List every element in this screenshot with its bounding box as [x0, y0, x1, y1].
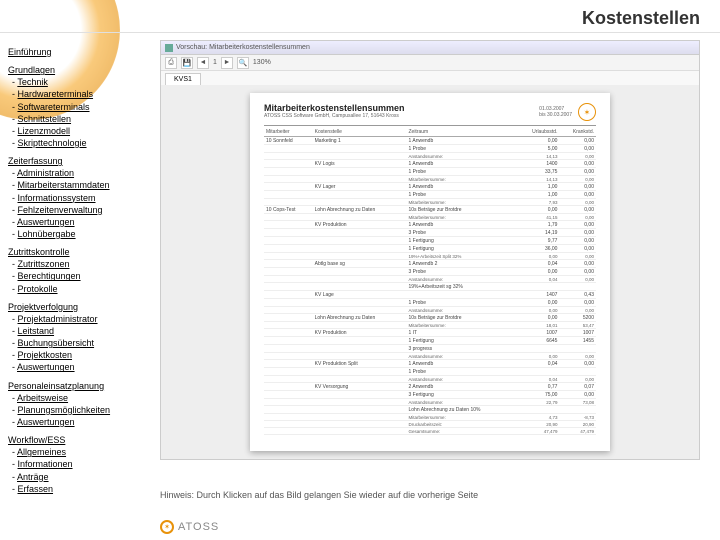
table-row: Mitarbeitersumme:4,73-8,73 [264, 414, 596, 421]
app-icon [165, 44, 173, 52]
table-row: Anstandssumme:14,130,00 [264, 153, 596, 160]
table-row: Mitarbeitersumme:41,150,00 [264, 214, 596, 221]
zoom-level: 130% [253, 59, 271, 66]
table-row: 19%+Arbeitszeit Split 32%0,000,00 [264, 253, 596, 260]
table-row: 3 Probe0,000,00 [264, 268, 596, 276]
table-row: 1 Fertigung9,770,00 [264, 237, 596, 245]
table-row: Druckarbeitszeit:20,9020,90 [264, 421, 596, 428]
table-row: KV Produktion Split1 Anwendb0,040,00 [264, 360, 596, 368]
nav-item[interactable]: Informationssystem [18, 193, 96, 203]
nav-item[interactable]: Skripttechnologie [18, 138, 87, 148]
report-page: Mitarbeiterkostenstellensummen ATOSS CSS… [250, 93, 610, 451]
page-viewport: Mitarbeiterkostenstellensummen ATOSS CSS… [161, 85, 699, 459]
nav-section-head[interactable]: Workflow/ESS [8, 434, 153, 446]
table-row: KV Logis1 Anwendb14000,00 [264, 160, 596, 168]
table-row: 19%+Arbeitszeit sg 32% [264, 283, 596, 291]
report-subtitle: ATOSS CSS Software GmbH, Campusallee 17,… [264, 113, 405, 119]
nav-item[interactable]: Technik [17, 77, 48, 87]
nav-item[interactable]: Lizenzmodell [18, 126, 71, 136]
company-logo-icon: ✶ [578, 103, 596, 121]
tab[interactable]: KVS1 [165, 73, 201, 85]
table-row: Mitarbeitersumme:7,930,00 [264, 199, 596, 206]
nav-item[interactable]: Anträge [17, 472, 49, 482]
table-row: KV Lager1 Anwendb1,000,00 [264, 183, 596, 191]
table-row: 1 Probe33,750,00 [264, 168, 596, 176]
nav-item[interactable]: Fehlzeitenverwaltung [18, 205, 103, 215]
nav-item[interactable]: Auswertungen [17, 217, 75, 227]
table-row: Anstandssumme:0,040,00 [264, 276, 596, 283]
nav-section-head[interactable]: Grundlagen [8, 64, 153, 76]
table-row: 1 Probe0,000,00 [264, 299, 596, 307]
table-row: 1 Probe1,000,00 [264, 191, 596, 199]
table-row: Mitarbeitersumme:14,130,00 [264, 176, 596, 183]
table-row: 10 Cops-TestLohn Abrechnung zu Daten10s … [264, 206, 596, 214]
divider [0, 32, 720, 33]
nav-item[interactable]: Arbeitsweise [17, 393, 68, 403]
nav-item[interactable]: Erfassen [18, 484, 54, 494]
table-row: 1 Fertigung66451455 [264, 337, 596, 345]
table-row: 3 Probe14,190,00 [264, 229, 596, 237]
nav-item[interactable]: Planungsmöglichkeiten [18, 405, 111, 415]
table-row: Lohn Abrechnung zu Daten10s Beträge zur … [264, 314, 596, 322]
table-row: 3 progress [264, 345, 596, 353]
nav-section-head[interactable]: Projektverfolgung [8, 301, 153, 313]
nav-item[interactable]: Schnittstellen [18, 114, 72, 124]
report-table: MitarbeiterKostenstelleZeitraumUrlaubsst… [264, 128, 596, 435]
report-preview-window[interactable]: Vorschau: Mitarbeiterkostenstellensummen… [160, 40, 700, 460]
footer-logo-icon: ✶ [160, 520, 174, 534]
nav-item[interactable]: Buchungsübersicht [18, 338, 95, 348]
report-title: Mitarbeiterkostenstellensummen [264, 103, 405, 113]
table-row: 1 Probe5,000,00 [264, 145, 596, 153]
table-row: Anstandssumme:22,7973,08 [264, 399, 596, 406]
nav-item[interactable]: Allgemeines [17, 447, 66, 457]
nav-section-head[interactable]: Personaleinsatzplanung [8, 380, 153, 392]
table-row: Abtlg base sg1 Anwendb 20,040,00 [264, 260, 596, 268]
nav-item[interactable]: Projektadministrator [18, 314, 98, 324]
table-row: 1 Fertigung36,000,00 [264, 245, 596, 253]
hint-text: Hinweis: Durch Klicken auf das Bild gela… [160, 490, 478, 500]
nav-intro[interactable]: Einführung [8, 46, 153, 58]
table-row: 1 Probe [264, 368, 596, 376]
sidebar-nav: Einführung GrundlagenTechnik Hardwareterm… [8, 40, 153, 495]
prev-page-icon[interactable]: ◄ [197, 57, 209, 69]
nav-item[interactable]: Zutrittszonen [18, 259, 70, 269]
table-row: KV Lage14070,43 [264, 291, 596, 299]
nav-item[interactable]: Leitstand [18, 326, 55, 336]
table-row: Anstandssumme:0,040,00 [264, 376, 596, 383]
table-row: KV Produktion1 Anwendb1,790,00 [264, 221, 596, 229]
nav-section-head[interactable]: Zutrittskontrolle [8, 246, 153, 258]
footer-brand: ATOSS [178, 521, 219, 533]
nav-item[interactable]: Auswertungen [17, 417, 75, 427]
page-title: Kostenstellen [582, 8, 700, 29]
window-titlebar: Vorschau: Mitarbeiterkostenstellensummen [161, 41, 699, 55]
nav-item[interactable]: Lohnübergabe [18, 229, 76, 239]
nav-item[interactable]: Auswertungen [17, 362, 75, 372]
nav-item[interactable]: Administration [17, 168, 74, 178]
table-row: KV Produktion1 IT10071007 [264, 329, 596, 337]
toolbar: ⎙ 💾 ◄ 1 ► 🔍 130% [161, 55, 699, 71]
nav-section-head[interactable]: Zeiterfassung [8, 155, 153, 167]
nav-item[interactable]: Mitarbeiterstammdaten [18, 180, 110, 190]
table-row: Anstandssumme:0,000,00 [264, 353, 596, 360]
table-row: Mitarbeitersumme:18,0153,47 [264, 322, 596, 329]
nav-item[interactable]: Hardwareterminals [18, 89, 94, 99]
table-row: Anstandssumme:0,000,00 [264, 307, 596, 314]
table-row: 3 Fertigung75,000,00 [264, 391, 596, 399]
window-title: Vorschau: Mitarbeiterkostenstellensummen [176, 44, 310, 51]
zoom-icon[interactable]: 🔍 [237, 57, 249, 69]
nav-item[interactable]: Informationen [18, 459, 73, 469]
save-icon[interactable]: 💾 [181, 57, 193, 69]
table-row: Lohn Abrechnung zu Daten 10% [264, 406, 596, 414]
nav-item[interactable]: Projektkosten [18, 350, 73, 360]
footer: ✶ ATOSS [160, 520, 219, 534]
table-row: Gesamtsumme:47,47947,479 [264, 428, 596, 435]
nav-item[interactable]: Softwareterminals [18, 102, 90, 112]
next-page-icon[interactable]: ► [221, 57, 233, 69]
table-row: KV Versorgung2 Anwendb0,770,07 [264, 383, 596, 391]
table-row: 10 SonnfeldMarketing 11 Anwendb0,000,00 [264, 137, 596, 145]
print-icon[interactable]: ⎙ [165, 57, 177, 69]
nav-item[interactable]: Protokolle [18, 284, 58, 294]
page-number: 1 [213, 59, 217, 66]
nav-item[interactable]: Berechtigungen [18, 271, 81, 281]
